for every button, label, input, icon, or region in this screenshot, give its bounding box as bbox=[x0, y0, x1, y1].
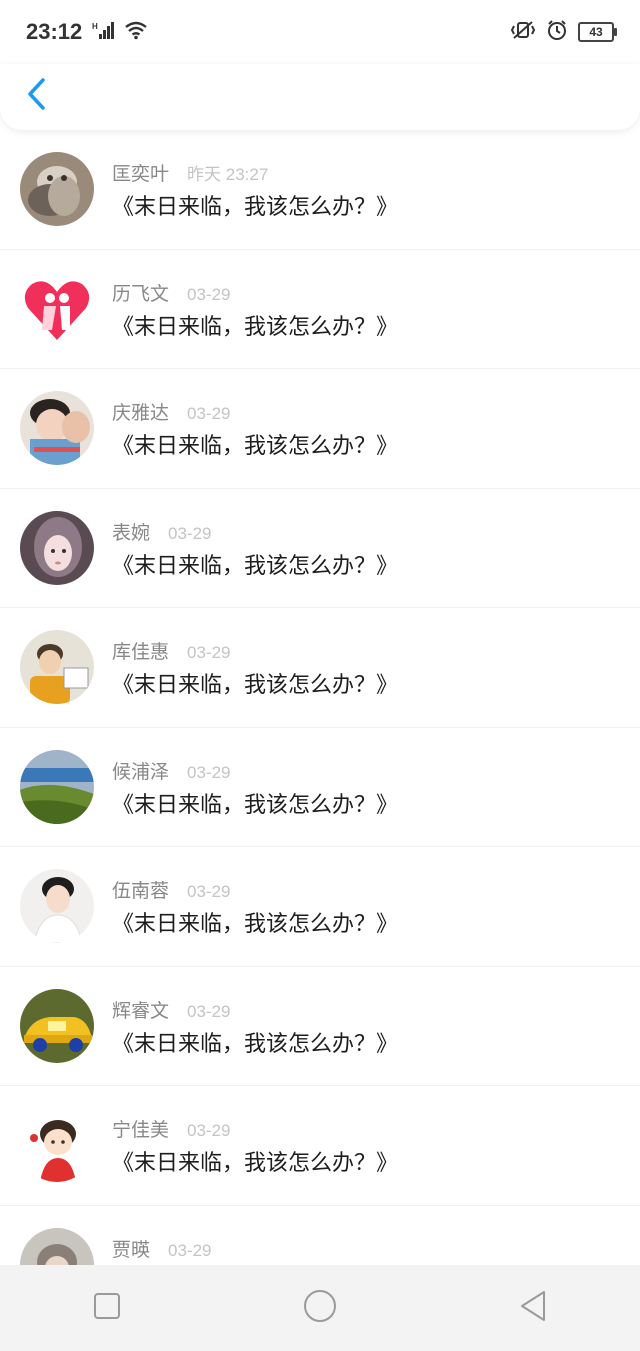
message-text: 《末日来临，我该怎么办？》 bbox=[112, 912, 399, 937]
sender-name: 庆雅达 bbox=[112, 402, 170, 424]
message-date: 03-29 bbox=[187, 643, 231, 662]
message-date: 03-29 bbox=[187, 404, 231, 423]
avatar bbox=[20, 749, 94, 824]
screen: 23:12 H 43 匡奕叶 昨天 23:27 《末日来临，我该怎么办？》 历飞… bbox=[0, 0, 640, 1351]
network-type-label: H bbox=[92, 22, 98, 31]
home-button[interactable] bbox=[290, 1278, 350, 1338]
list-item[interactable]: 庆雅达 03-29 《末日来临，我该怎么办？》 bbox=[0, 369, 640, 489]
status-time: 23:12 bbox=[26, 19, 83, 44]
header bbox=[0, 64, 640, 130]
list-item[interactable]: 候浦泽 03-29 《末日来临，我该怎么办？》 bbox=[0, 728, 640, 847]
status-left: 23:12 H bbox=[26, 19, 148, 45]
chevron-left-icon bbox=[26, 77, 48, 115]
message-meta: 贾暎 03-29 bbox=[112, 1235, 212, 1262]
message-text: 《末日来临，我该怎么办？》 bbox=[112, 314, 399, 340]
back-nav-button[interactable] bbox=[503, 1278, 563, 1338]
avatar bbox=[20, 988, 94, 1063]
cellular-signal-icon: H bbox=[92, 20, 115, 44]
message-date: 03-29 bbox=[168, 523, 212, 543]
message-text: 《末日来临，我该怎么办？》 bbox=[112, 673, 399, 698]
message-meta: 辉睿文 03-29 bbox=[112, 996, 231, 1023]
recent-apps-icon bbox=[93, 1292, 121, 1324]
back-button[interactable] bbox=[20, 76, 54, 116]
sender-name: 匡奕叶 bbox=[112, 163, 170, 185]
wifi-icon bbox=[124, 20, 148, 44]
message-meta: 候浦泽 03-29 bbox=[112, 757, 231, 784]
sender-name: 辉睿文 bbox=[112, 999, 170, 1022]
navigation-bar bbox=[0, 1265, 640, 1351]
message-meta: 宁佳美 03-29 bbox=[112, 1115, 231, 1142]
list-item[interactable]: 表婉 03-29 《末日来临，我该怎么办？》 bbox=[0, 489, 640, 608]
avatar bbox=[20, 271, 94, 346]
battery-indicator: 43 bbox=[578, 22, 617, 42]
message-text: 《末日来临，我该怎么办？》 bbox=[112, 434, 399, 459]
message-meta: 匡奕叶 昨天 23:27 bbox=[112, 159, 268, 186]
message-text: 《末日来临，我该怎么办？》 bbox=[112, 1031, 399, 1057]
sender-name: 宁佳美 bbox=[112, 1119, 170, 1141]
message-date: 昨天 23:27 bbox=[187, 165, 269, 184]
list-item[interactable]: 辉睿文 03-29 《末日来临，我该怎么办？》 bbox=[0, 967, 640, 1086]
sender-name: 贾暎 bbox=[112, 1238, 151, 1261]
message-text: 《末日来临，我该怎么办？》 bbox=[112, 553, 399, 579]
sender-name: 伍南蓉 bbox=[112, 880, 170, 902]
sender-name: 表婉 bbox=[112, 521, 151, 544]
message-date: 03-29 bbox=[187, 1001, 231, 1021]
sender-name: 候浦泽 bbox=[112, 760, 170, 783]
avatar bbox=[20, 1227, 94, 1265]
list-item[interactable]: 匡奕叶 昨天 23:27 《末日来临，我该怎么办？》 bbox=[0, 130, 640, 250]
message-text: 《末日来临，我该怎么办？》 bbox=[112, 195, 399, 220]
avatar bbox=[20, 630, 94, 704]
avatar bbox=[20, 510, 94, 585]
status-right: 43 bbox=[510, 19, 617, 45]
avatar bbox=[20, 391, 94, 465]
message-date: 03-29 bbox=[187, 762, 231, 782]
message-meta: 表婉 03-29 bbox=[112, 518, 212, 545]
status-bar: 23:12 H 43 bbox=[0, 0, 640, 64]
sender-name: 历飞文 bbox=[112, 282, 170, 305]
avatar bbox=[20, 869, 94, 943]
list-item[interactable]: 历飞文 03-29 《末日来临，我该怎么办？》 bbox=[0, 250, 640, 369]
home-icon bbox=[303, 1289, 337, 1327]
message-date: 03-29 bbox=[168, 1240, 212, 1260]
vibrate-icon bbox=[510, 20, 536, 44]
message-meta: 库佳惠 03-29 bbox=[112, 637, 231, 664]
message-meta: 庆雅达 03-29 bbox=[112, 398, 231, 425]
recent-apps-button[interactable] bbox=[77, 1278, 137, 1338]
message-date: 03-29 bbox=[187, 882, 231, 901]
list-item[interactable]: 库佳惠 03-29 《末日来临，我该怎么办？》 bbox=[0, 608, 640, 728]
message-meta: 历飞文 03-29 bbox=[112, 279, 231, 306]
avatar bbox=[20, 152, 94, 226]
message-meta: 伍南蓉 03-29 bbox=[112, 876, 231, 903]
sender-name: 库佳惠 bbox=[112, 641, 170, 663]
avatar bbox=[20, 1108, 94, 1182]
message-text: 《末日来临，我该怎么办？》 bbox=[112, 792, 399, 818]
message-date: 03-29 bbox=[187, 284, 231, 304]
list-item[interactable]: 贾暎 03-29 bbox=[0, 1206, 640, 1265]
list-item[interactable]: 宁佳美 03-29 《末日来临，我该怎么办？》 bbox=[0, 1086, 640, 1206]
alarm-icon bbox=[546, 19, 568, 45]
message-list[interactable]: 匡奕叶 昨天 23:27 《末日来临，我该怎么办？》 历飞文 03-29 《末日… bbox=[0, 130, 640, 1265]
list-item[interactable]: 伍南蓉 03-29 《末日来临，我该怎么办？》 bbox=[0, 847, 640, 967]
message-date: 03-29 bbox=[187, 1121, 231, 1140]
back-triangle-icon bbox=[518, 1290, 548, 1326]
message-text: 《末日来临，我该怎么办？》 bbox=[112, 1151, 399, 1176]
